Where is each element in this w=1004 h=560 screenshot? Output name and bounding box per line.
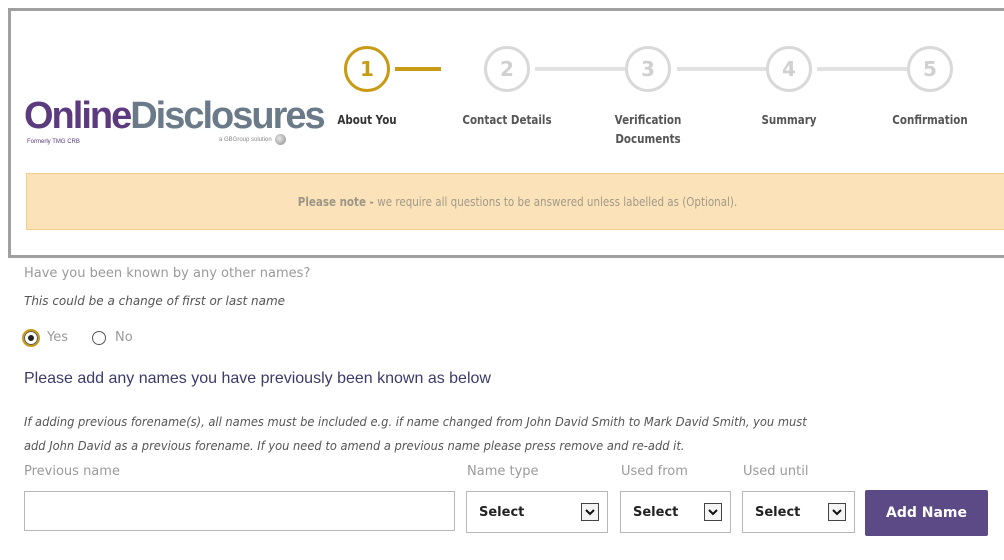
used-from-select-value: Select [633,504,679,520]
used-from-select[interactable]: Select [620,491,731,533]
used-until-select-value: Select [755,504,801,520]
chevron-down-icon [828,503,846,521]
used-until-select[interactable]: Select [742,491,855,533]
step-connector-3 [677,67,769,71]
name-type-select[interactable]: Select [466,491,608,533]
radio-yes[interactable] [22,328,40,347]
previous-name-input[interactable] [24,491,455,531]
step-4-circle: 4 [766,46,812,92]
step-5-circle: 5 [907,46,953,92]
notice-text: we require all questions to be answered … [376,194,737,209]
notice-strong-text: Please note - [297,194,374,209]
step-1-label: About You [337,113,397,127]
previous-names-title: Please add any names you have previously… [24,370,491,387]
step-3-label: Verification Documents [614,113,682,146]
required-fields-notice: Please note - we require all questions to… [26,173,1004,230]
step-5-label: Confirmation [892,113,968,127]
previous-names-instructions: If adding previous forename(s), all name… [24,415,807,453]
used-from-label: Used from [621,464,688,479]
other-names-radio-group: Yes No [22,328,157,347]
other-names-question: Have you been known by any other names? [24,266,311,281]
previous-name-label: Previous name [24,464,120,479]
step-3-circle: 3 [625,46,671,92]
progress-stepper: 1 2 3 4 5 About You Contact Details Veri… [11,11,1004,161]
step-4-label: Summary [761,113,817,127]
step-connector-4 [817,67,911,71]
chevron-down-icon [581,503,599,521]
step-1-circle: 1 [344,46,390,92]
name-type-select-value: Select [479,504,525,520]
add-name-button[interactable]: Add Name [865,490,988,536]
radio-no-label[interactable]: No [115,330,133,345]
step-connector-2 [535,67,629,71]
radio-yes-label[interactable]: Yes [47,330,68,345]
step-2-label: Contact Details [462,113,552,127]
step-connector-1 [395,67,441,71]
used-until-label: Used until [743,464,809,479]
header-card: OnlineDisclosures Formerly TMG CRB a GBG… [8,8,1004,258]
name-type-label: Name type [467,464,539,479]
chevron-down-icon [704,503,722,521]
radio-no[interactable] [92,330,106,345]
step-2-circle: 2 [484,46,530,92]
other-names-hint: This could be a change of first or last … [24,294,286,308]
